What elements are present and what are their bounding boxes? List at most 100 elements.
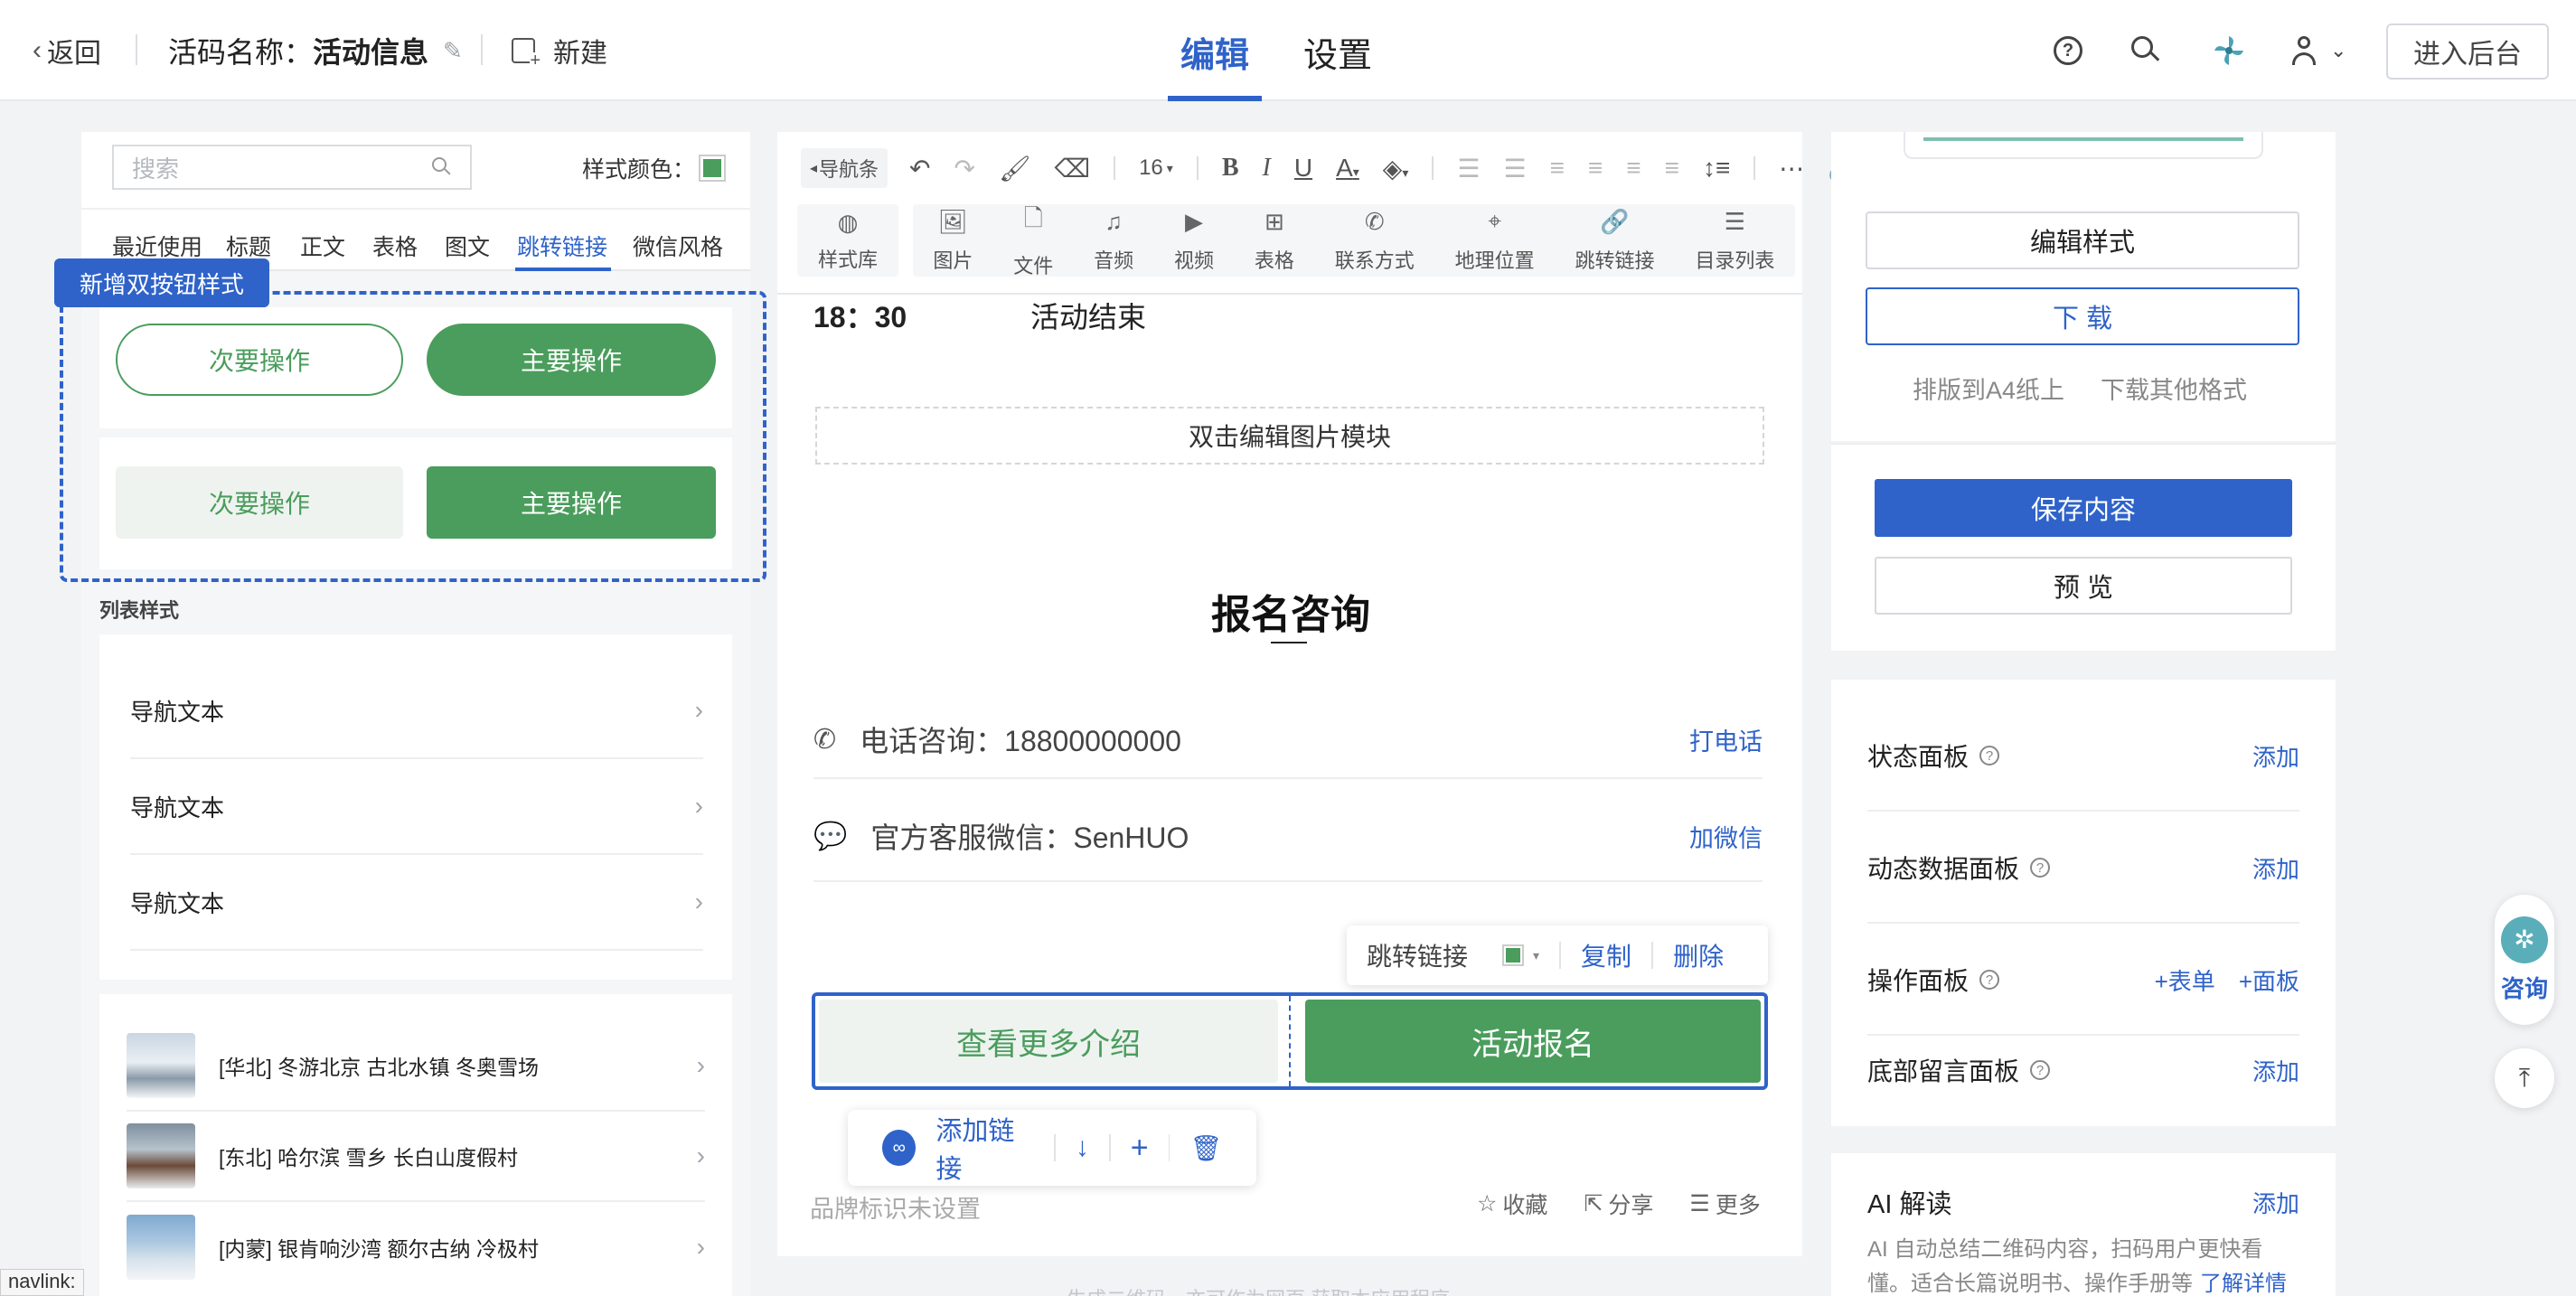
help-icon[interactable]: ? — [2054, 36, 2082, 65]
add-panel-link[interactable]: +面板 — [2239, 963, 2299, 997]
back-to-top-icon[interactable]: ⤒ — [2495, 1048, 2554, 1108]
cat-tab-recent[interactable]: 最近使用 — [112, 230, 202, 262]
consult-float-button[interactable]: ✲ 咨询 — [2495, 895, 2554, 1025]
font-size-select[interactable]: 16 ▾ — [1139, 155, 1173, 181]
ai-add-link[interactable]: 添加 — [2252, 1186, 2299, 1219]
popover-label: 跳转链接 — [1367, 943, 1469, 971]
bullet-list-icon[interactable]: ☰ — [1503, 154, 1526, 183]
pencil-icon[interactable]: ✎ — [443, 37, 463, 65]
cat-tab-title[interactable]: 标题 — [226, 230, 271, 262]
help-icon[interactable]: ? — [1979, 970, 2000, 990]
divider-line-icon[interactable]: ⋯ — [1779, 154, 1804, 183]
help-icon[interactable]: ? — [2030, 858, 2051, 878]
underline-icon[interactable]: U — [1294, 154, 1312, 183]
add-link-button[interactable]: 添加链接 — [935, 1110, 1034, 1186]
primary-pill-button[interactable]: 主要操作 — [427, 324, 716, 396]
nav-list-item[interactable]: 导航文本 › — [130, 663, 703, 759]
pinwheel-logo-icon[interactable] — [2211, 33, 2247, 69]
insert-audio[interactable]: ♫ 音频 — [1094, 204, 1133, 277]
trash-icon[interactable]: 🗑 — [1189, 1133, 1222, 1163]
add-icon[interactable]: + — [1131, 1131, 1149, 1166]
image-module-placeholder[interactable]: 双击编辑图片模块 — [815, 407, 1764, 465]
style-library-button[interactable]: ◍ 样式库 — [797, 204, 898, 277]
preview-button[interactable]: 预 览 — [1875, 557, 2292, 615]
register-button[interactable]: 活动报名 — [1305, 1000, 1761, 1083]
image-list-item[interactable]: [内蒙] 银肯响沙湾 额尔古纳 冷极村 › — [127, 1202, 705, 1292]
favorite-button[interactable]: ☆ 收藏 — [1477, 1188, 1547, 1220]
insert-video[interactable]: ▶ 视频 — [1174, 204, 1214, 277]
add-wechat-link[interactable]: 加微信 — [1689, 819, 1763, 854]
delete-button[interactable]: 删除 — [1673, 937, 1724, 973]
line-height-icon[interactable]: ↕≡ — [1703, 154, 1730, 183]
image-list-item[interactable]: [华北] 冬游北京 古北水镇 冬奥雪场 › — [127, 1021, 705, 1112]
code-name-prefix: 活码名称： — [168, 36, 314, 69]
cat-tab-image-text[interactable]: 图文 — [445, 230, 490, 262]
search-input[interactable]: 搜索 — [112, 145, 472, 190]
insert-file[interactable]: 🗋 文件 — [1013, 204, 1053, 277]
secondary-pill-button[interactable]: 次要操作 — [116, 324, 403, 396]
add-form-link[interactable]: +表单 — [2155, 963, 2215, 997]
copy-button[interactable]: 复制 — [1581, 937, 1631, 973]
insert-toc[interactable]: ☰ 目录列表 — [1695, 204, 1774, 277]
primary-rect-button[interactable]: 主要操作 — [427, 466, 716, 539]
insert-location[interactable]: ⌖ 地理位置 — [1455, 204, 1535, 277]
new-button[interactable]: + 新建 — [512, 31, 607, 70]
cat-tab-body[interactable]: 正文 — [300, 230, 345, 262]
insert-contact[interactable]: ✆ 联系方式 — [1335, 204, 1415, 277]
image-list-item[interactable]: [东北] 哈尔滨 雪乡 长白山度假村 › — [127, 1112, 705, 1202]
status-panel-add[interactable]: 添加 — [2252, 739, 2299, 773]
help-icon[interactable]: ? — [2030, 1060, 2051, 1080]
more-info-button[interactable]: 查看更多介绍 — [819, 1000, 1278, 1083]
nav-list-item[interactable]: 导航文本 › — [130, 759, 703, 855]
insert-table[interactable]: ⊞ 表格 — [1255, 204, 1294, 277]
eraser-icon[interactable]: ⌫ — [1054, 154, 1090, 183]
wechat-icon: 💬 — [813, 821, 848, 851]
highlight-icon[interactable]: ◈▾ — [1383, 154, 1409, 183]
tab-settings[interactable]: 设置 — [1303, 27, 1372, 77]
nav-item-label: 导航文本 — [130, 889, 225, 917]
popover-color-select[interactable]: ▾ — [1502, 944, 1539, 966]
align-justify-icon[interactable]: ≡ — [1665, 154, 1679, 183]
chevron-right-icon: › — [696, 1051, 705, 1079]
chevron-right-icon: › — [694, 792, 703, 820]
edit-style-button[interactable]: 编辑样式 — [1866, 211, 2299, 269]
more-button[interactable]: ☰ 更多 — [1689, 1188, 1760, 1220]
align-left-icon[interactable]: ≡ — [1550, 154, 1565, 183]
tab-edit[interactable]: 编辑 — [1180, 27, 1249, 77]
cat-tab-table[interactable]: 表格 — [372, 230, 418, 262]
learn-more-link[interactable]: 了解详情 — [2200, 1272, 2287, 1296]
nav-bar-toggle[interactable]: ◂ 导航条 — [801, 148, 888, 188]
back-button[interactable]: ‹ 返回 — [33, 33, 101, 69]
secondary-rect-button[interactable]: 次要操作 — [116, 466, 403, 539]
tab-edit-label: 编辑 — [1180, 37, 1250, 75]
other-formats-link[interactable]: 下载其他格式 — [2101, 371, 2247, 406]
section-title: 报名咨询 — [1211, 593, 1370, 637]
redo-icon[interactable]: ↷ — [954, 154, 974, 183]
align-center-icon[interactable]: ≡ — [1588, 154, 1603, 183]
align-right-icon[interactable]: ≡ — [1626, 154, 1641, 183]
share-button[interactable]: ⇱ 分享 — [1584, 1188, 1653, 1220]
italic-icon[interactable]: I — [1263, 154, 1271, 183]
insert-image[interactable]: 🖼 图片 — [933, 204, 973, 277]
font-color-icon[interactable]: A▾ — [1336, 154, 1359, 183]
bold-icon[interactable]: B — [1222, 154, 1239, 183]
call-link[interactable]: 打电话 — [1689, 722, 1763, 757]
cat-tab-link[interactable]: 跳转链接 — [517, 230, 607, 262]
undo-icon[interactable]: ↶ — [909, 154, 930, 183]
search-icon[interactable] — [2131, 36, 2160, 63]
comment-panel-add[interactable]: 添加 — [2252, 1054, 2299, 1087]
help-icon[interactable]: ? — [1979, 746, 2000, 765]
nav-list-item[interactable]: 导航文本 › — [130, 855, 703, 951]
download-button[interactable]: 下 载 — [1866, 287, 2299, 345]
save-content-button[interactable]: 保存内容 — [1875, 479, 2292, 537]
a4-layout-link[interactable]: 排版到A4纸上 — [1913, 371, 2064, 406]
cat-tab-wechat[interactable]: 微信风格 — [633, 230, 723, 262]
user-menu[interactable]: ⌄ — [2290, 34, 2346, 67]
format-painter-icon[interactable]: 🖌 — [999, 154, 1031, 183]
insert-link[interactable]: 🔗 跳转链接 — [1575, 204, 1655, 277]
style-color-picker[interactable]: 样式颜色： — [582, 152, 727, 184]
ordered-list-icon[interactable]: ☰ — [1457, 154, 1480, 183]
dynamic-data-panel-add[interactable]: 添加 — [2252, 851, 2299, 885]
enter-backend-button[interactable]: 进入后台 — [2386, 23, 2549, 80]
move-down-icon[interactable]: ↓ — [1076, 1132, 1089, 1163]
